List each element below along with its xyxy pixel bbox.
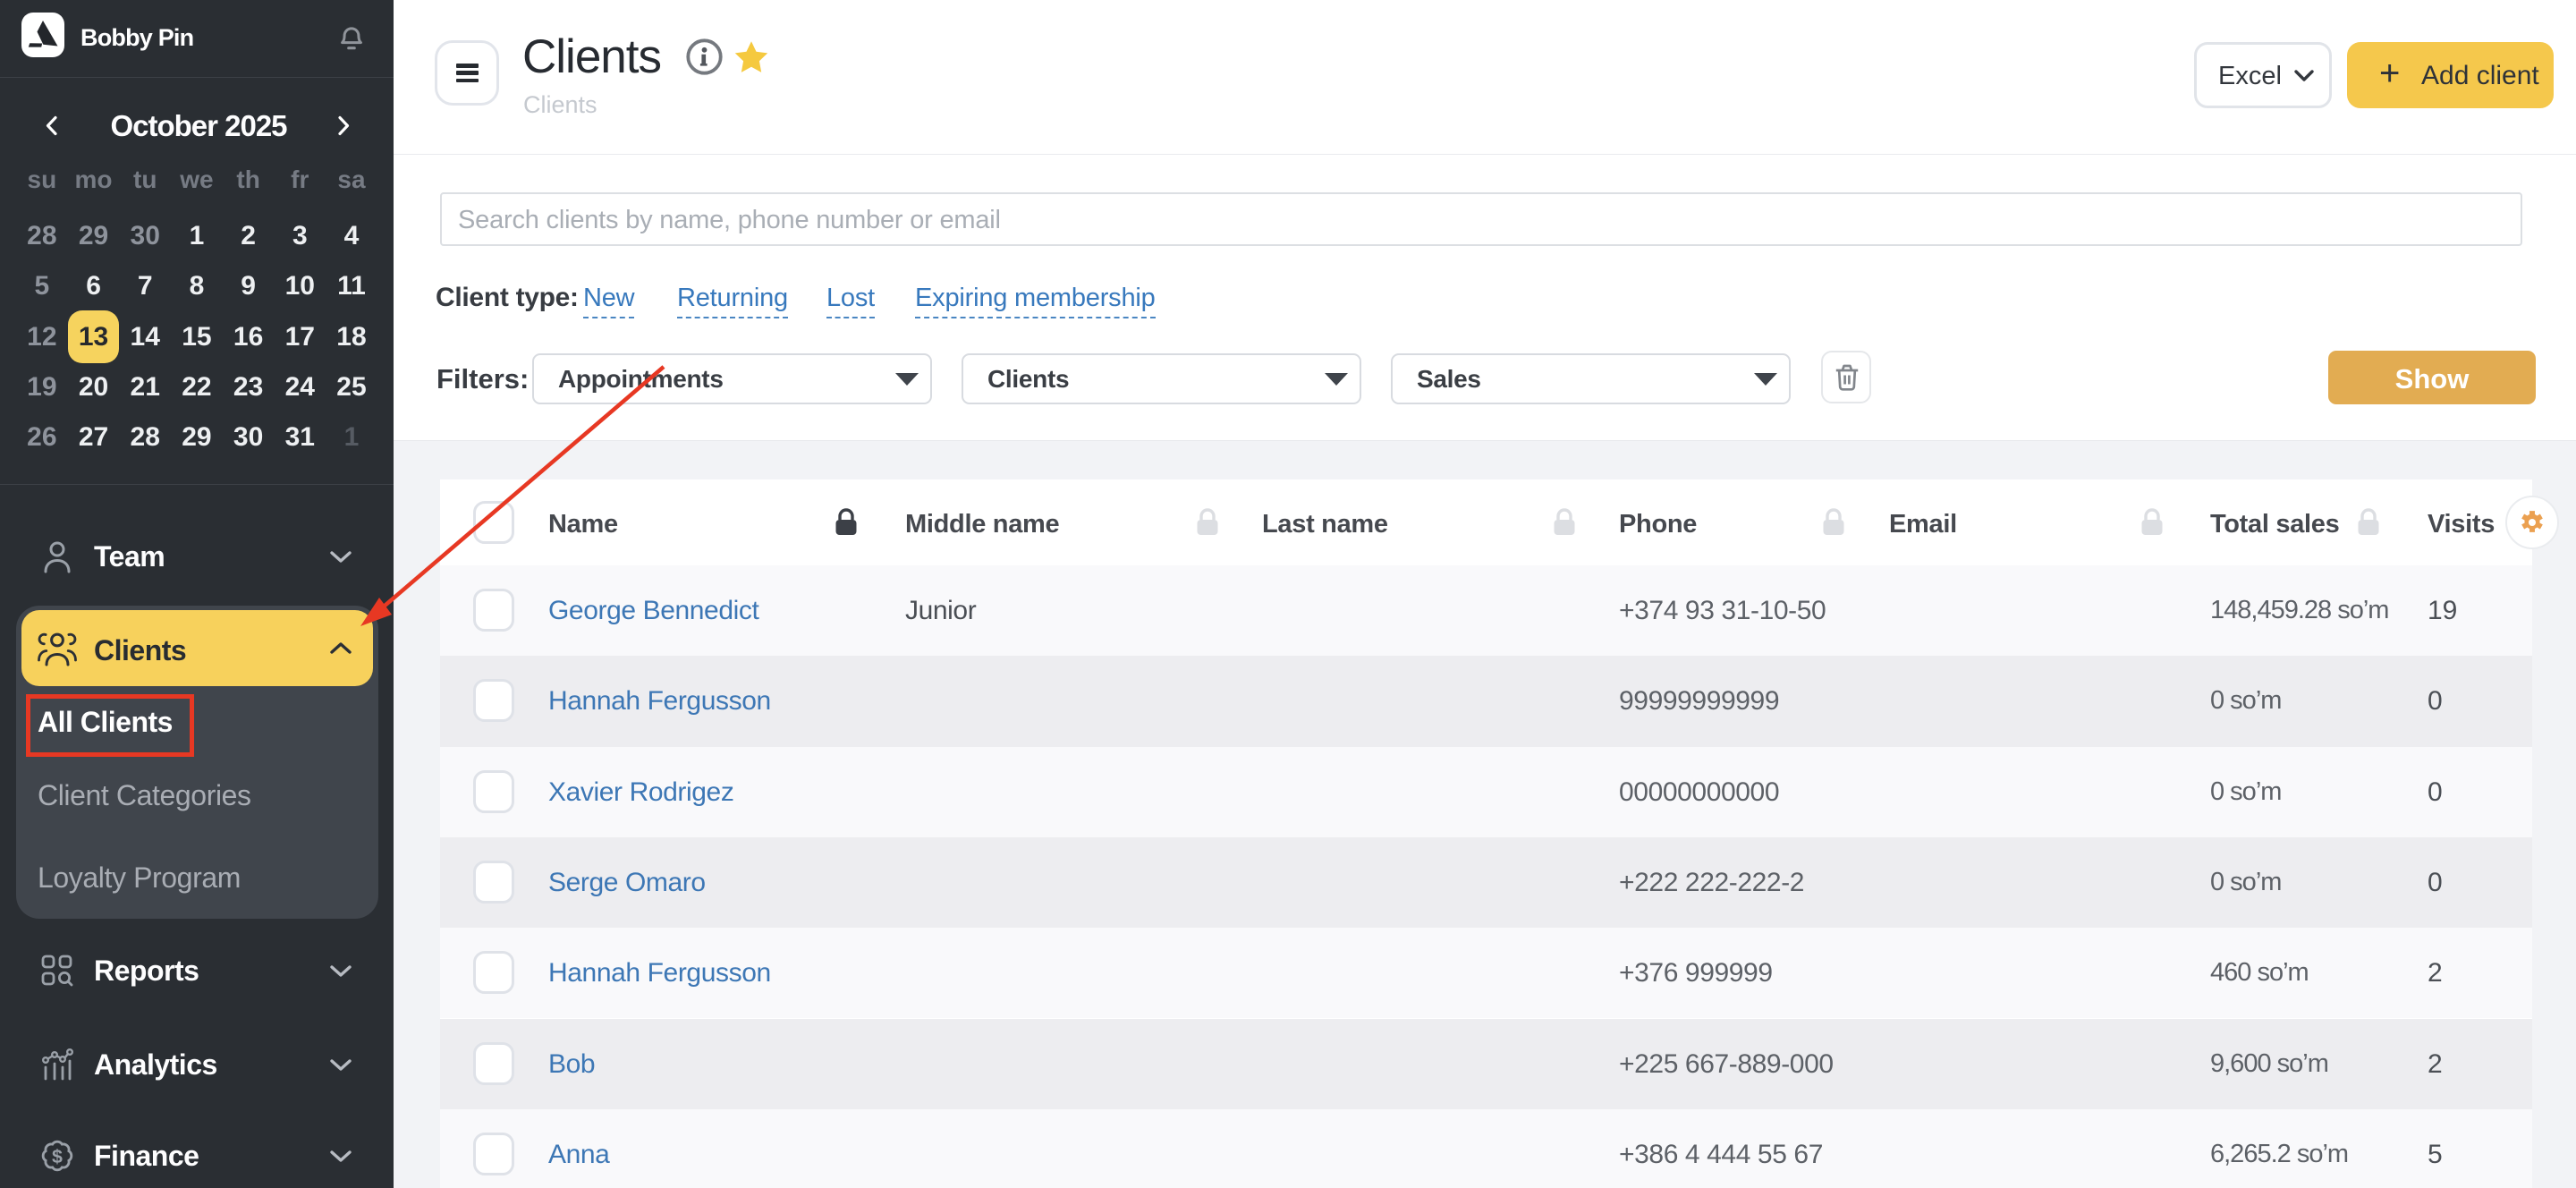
svg-text:$: $ — [52, 1146, 63, 1167]
